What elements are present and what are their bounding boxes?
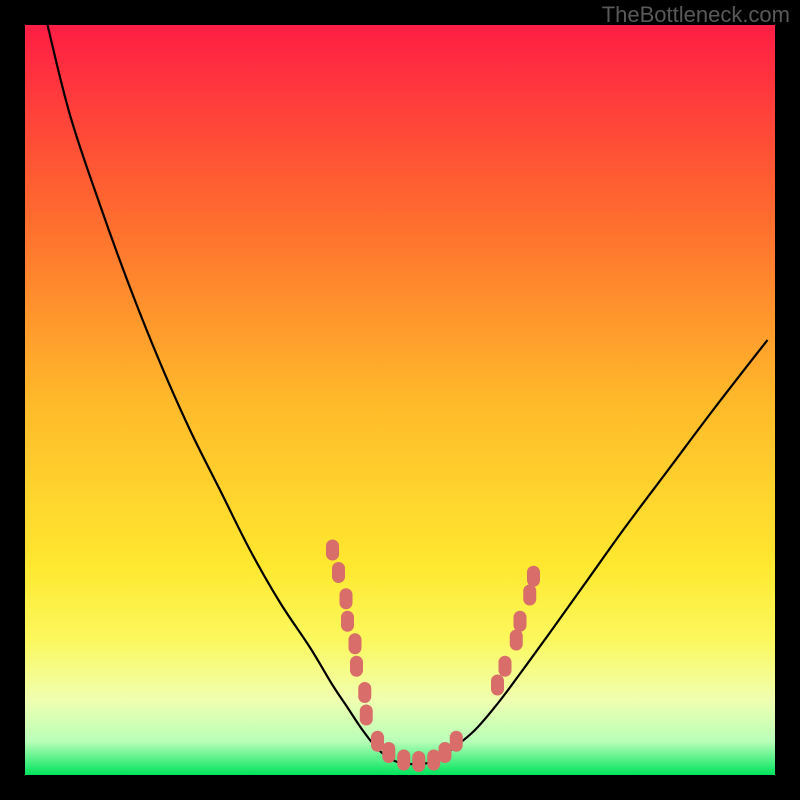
- dot-marker: [527, 566, 540, 587]
- bottleneck-chart: [25, 25, 775, 775]
- dot-marker: [510, 630, 523, 651]
- dot-marker: [523, 585, 536, 606]
- dot-marker: [491, 675, 504, 696]
- dot-marker: [341, 611, 354, 632]
- dot-marker: [358, 682, 371, 703]
- dot-marker: [427, 750, 440, 771]
- watermark-label: TheBottleneck.com: [602, 2, 790, 28]
- dot-marker: [350, 656, 363, 677]
- dot-marker: [382, 742, 395, 763]
- dot-marker: [499, 656, 512, 677]
- dot-marker: [412, 751, 425, 772]
- dot-marker: [371, 731, 384, 752]
- gradient-background: [25, 25, 775, 775]
- dot-marker: [360, 705, 373, 726]
- dot-marker: [514, 611, 527, 632]
- dot-marker: [340, 588, 353, 609]
- dot-marker: [326, 540, 339, 561]
- dot-marker: [439, 742, 452, 763]
- dot-marker: [349, 633, 362, 654]
- dot-marker: [332, 562, 345, 583]
- dot-marker: [450, 731, 463, 752]
- dot-marker: [397, 750, 410, 771]
- chart-frame: [25, 25, 775, 775]
